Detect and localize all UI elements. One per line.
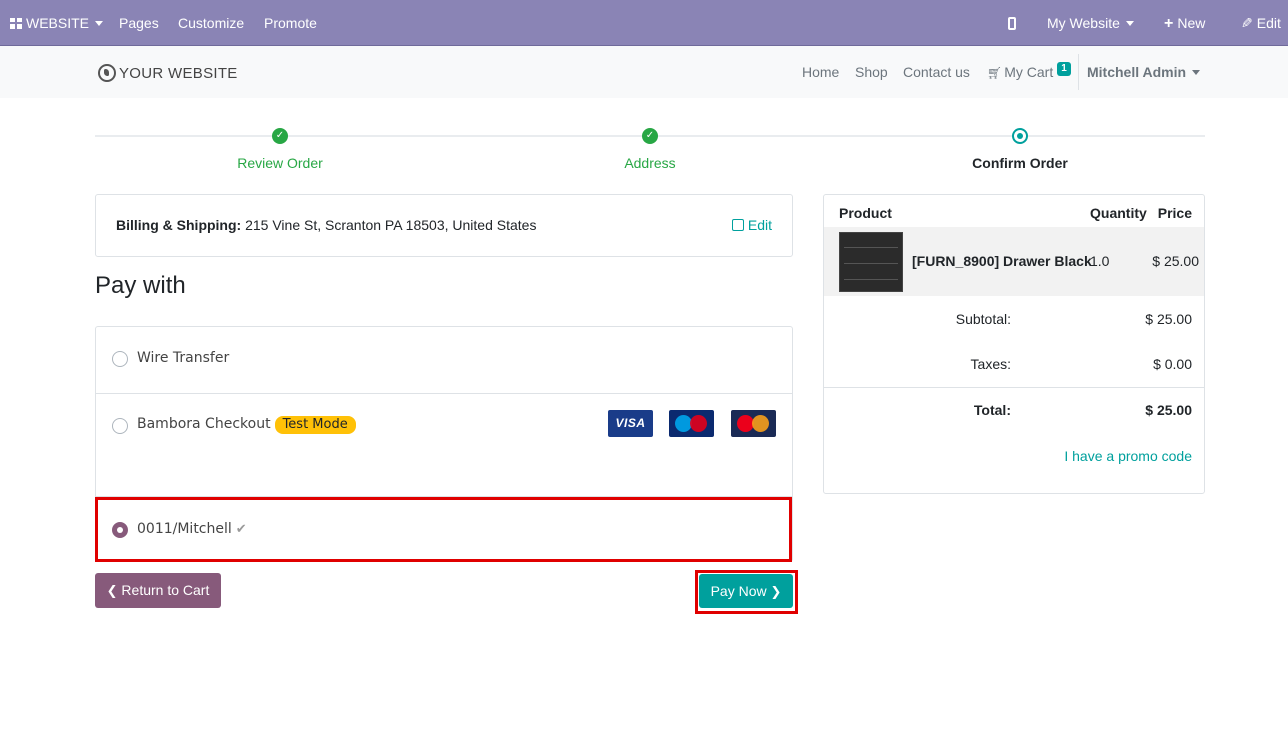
bambora-label: Bambora Checkout [137,416,271,432]
payment-option-wire-transfer[interactable]: Wire Transfer [96,327,792,394]
step-review-order[interactable]: Review Order [180,154,380,172]
my-website-label: My Website [1047,15,1120,31]
website-menu-label: WEBSITE [26,15,90,31]
new-label: New [1177,15,1206,31]
cart-label: My Cart [1004,64,1054,80]
apps-grid-icon [10,17,22,29]
shopping-cart-icon: 🛒︎ [987,66,1003,80]
nav-home[interactable]: Home [802,46,839,98]
billing-label: Billing & Shipping: [116,217,242,233]
return-to-cart-button[interactable]: ❮ Return to Cart [95,573,221,608]
test-mode-badge: Test Mode [274,416,356,434]
wire-transfer-label: Wire Transfer [137,350,230,366]
selected-token-highlight [95,497,792,562]
chevron-down-icon [1125,20,1134,26]
product-name[interactable]: [FURN_8900] Drawer Black [912,253,1092,269]
col-price: Price [1157,205,1192,221]
cart-count-badge: 1 [1057,62,1071,76]
bambora-label-group: Bambora Checkout Test Mode [137,416,356,434]
payment-option-bambora[interactable]: Bambora Checkout Test Mode VISA [96,394,792,497]
step-confirm-order: Confirm Order [972,155,1068,171]
edit-icon [731,219,744,232]
nav-shop[interactable]: Shop [855,46,888,98]
step-address[interactable]: Address [550,154,750,172]
billing-edit-link[interactable]: Edit [731,217,772,233]
chevron-left-icon: ❮ [106,583,118,598]
globe-icon [98,64,116,82]
total-value: $ 25.00 [1145,402,1192,418]
mobile-preview-button[interactable] [1008,0,1016,46]
summary-divider [824,387,1204,388]
maestro-logo-icon [669,410,714,437]
nav-cart[interactable]: 🛒︎ My Cart 1 [987,46,1071,98]
step-review-check-icon: ✓ [272,128,288,144]
step-confirm-current-icon [1012,128,1028,144]
taxes-label: Taxes: [970,356,1011,372]
chevron-right-icon: ❯ [770,584,782,599]
edit-button[interactable]: ✎ Edit [1241,0,1281,46]
return-to-cart-label: Return to Cart [121,582,210,598]
site-logo[interactable]: YOUR WEBSITE [98,62,238,84]
logo-text: YOUR WEBSITE [119,64,238,82]
billing-address: 215 Vine St, Scranton PA 18503, United S… [245,217,537,233]
taxes-value: $ 0.00 [1153,356,1192,372]
promo-code-link[interactable]: I have a promo code [1064,448,1192,464]
order-summary: Product Quantity Price [FURN_8900] Drawe… [823,194,1205,494]
new-button[interactable]: + New [1164,0,1205,46]
mobile-icon [1008,16,1016,30]
website-menu[interactable]: WEBSITE [10,0,104,46]
col-quantity: Quantity [1090,205,1147,221]
pay-now-button[interactable]: Pay Now ❯ [699,574,793,608]
chevron-down-icon [95,20,104,26]
col-product: Product [839,205,892,221]
my-website-menu[interactable]: My Website [1047,0,1134,46]
pay-with-heading: Pay with [95,272,186,299]
pencil-icon: ✎ [1241,15,1253,31]
pages-menu[interactable]: Pages [119,0,159,46]
mastercard-logo-icon [731,410,776,437]
cart-line: [FURN_8900] Drawer Black 1.0 $ 25.00 [824,227,1204,296]
promote-menu[interactable]: Promote [264,0,317,46]
nav-contact[interactable]: Contact us [903,46,970,98]
billing-shipping-card: Billing & Shipping: 215 Vine St, Scranto… [95,194,793,257]
plus-icon: + [1164,15,1174,32]
chevron-down-icon [1192,69,1201,75]
subtotal-value: $ 25.00 [1145,311,1192,327]
admin-bar: WEBSITE Pages Customize Promote My Websi… [0,0,1288,46]
product-image [839,232,903,292]
customize-menu[interactable]: Customize [178,0,244,46]
bambora-radio[interactable] [112,418,128,434]
pay-now-label: Pay Now [710,583,767,599]
product-price: $ 25.00 [1152,253,1199,269]
step-address-check-icon: ✓ [642,128,658,144]
total-label: Total: [973,402,1011,418]
user-name: Mitchell Admin [1087,64,1187,80]
wire-transfer-radio[interactable] [112,351,128,367]
subtotal-label: Subtotal: [955,311,1011,327]
user-menu[interactable]: Mitchell Admin [1087,46,1201,98]
product-quantity: 1.0 [1090,253,1110,269]
edit-label: Edit [1256,15,1281,31]
visa-logo-icon: VISA [608,410,653,437]
nav-divider [1078,54,1079,90]
billing-address-text: Billing & Shipping: 215 Vine St, Scranto… [116,217,536,233]
billing-edit-label: Edit [747,217,772,233]
